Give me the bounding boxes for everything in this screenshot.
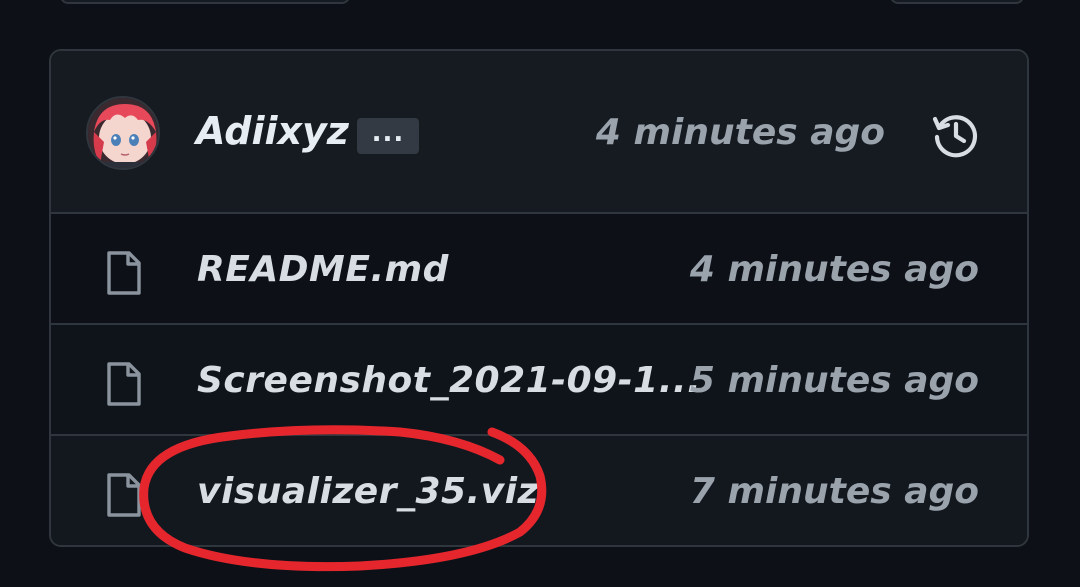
file-icon (107, 251, 141, 295)
file-time[interactable]: 4 minutes ago (690, 246, 979, 294)
commit-author[interactable]: Adiixyz (196, 107, 349, 155)
page: Adiixyz ... 4 minutes ago README.md 4 mi… (0, 0, 1080, 587)
file-icon (107, 473, 141, 517)
file-name[interactable]: Screenshot_2021-09-1... (197, 357, 701, 405)
history-icon[interactable] (931, 110, 981, 160)
commit-time[interactable]: 4 minutes ago (596, 109, 885, 157)
file-row[interactable]: Screenshot_2021-09-1... 5 minutes ago (51, 325, 1027, 436)
file-name[interactable]: README.md (197, 246, 449, 294)
file-time[interactable]: 7 minutes ago (690, 468, 979, 516)
file-row[interactable]: visualizer_35.viz 7 minutes ago (51, 436, 1027, 545)
expand-commit-message-button[interactable]: ... (357, 118, 419, 154)
file-list-panel: Adiixyz ... 4 minutes ago README.md 4 mi… (49, 49, 1029, 547)
file-name[interactable]: visualizer_35.viz (197, 468, 539, 516)
top-button-right[interactable] (890, 0, 1024, 4)
file-time[interactable]: 5 minutes ago (690, 357, 979, 405)
author-avatar[interactable] (86, 96, 160, 170)
file-row[interactable]: README.md 4 minutes ago (51, 214, 1027, 325)
top-button-left[interactable] (60, 0, 350, 4)
latest-commit-header: Adiixyz ... 4 minutes ago (51, 51, 1027, 214)
file-icon (107, 362, 141, 406)
